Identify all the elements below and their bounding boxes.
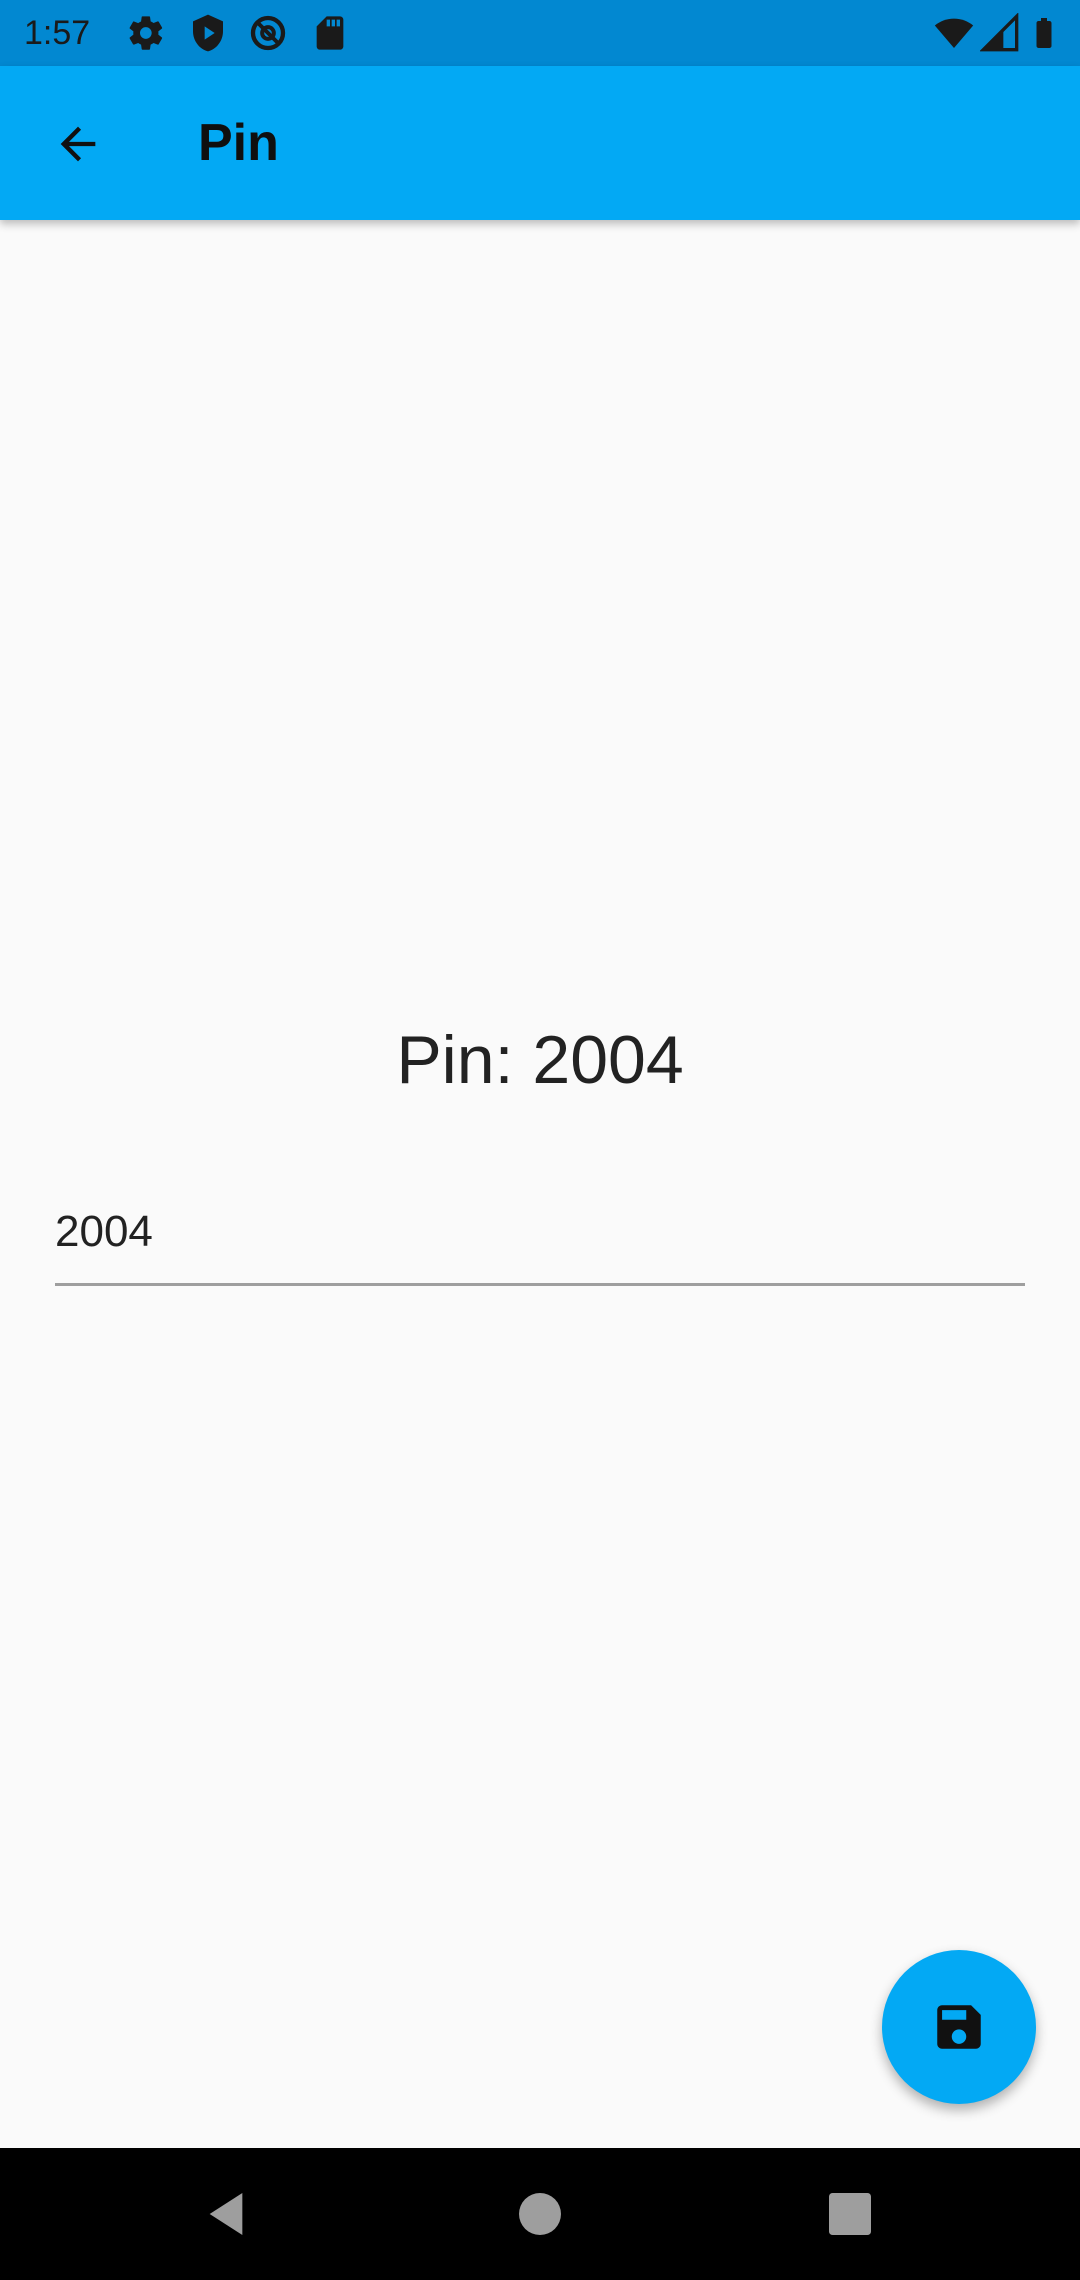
nav-back-button[interactable] (186, 2174, 266, 2254)
save-icon (930, 1998, 988, 2056)
pin-input[interactable] (55, 1180, 1025, 1286)
sd-card-icon (310, 13, 350, 53)
wifi-icon (934, 13, 974, 53)
main-content: Pin: 2004 (0, 220, 1080, 2148)
cell-signal-icon (980, 13, 1020, 53)
arrow-back-icon (52, 118, 104, 170)
at-sign-icon (248, 13, 288, 53)
pin-input-container (55, 1180, 1025, 1290)
battery-icon (1026, 13, 1062, 53)
nav-home-button[interactable] (500, 2174, 580, 2254)
nav-recents-button[interactable] (810, 2174, 890, 2254)
page-title: Pin (198, 114, 279, 172)
recents-square-icon (822, 2186, 878, 2242)
app-bar: Pin (0, 66, 1080, 220)
back-button[interactable] (30, 108, 126, 180)
back-triangle-icon (198, 2186, 254, 2242)
status-time: 1:57 (24, 14, 91, 52)
status-bar: 1:57 (0, 0, 1080, 66)
home-circle-icon (512, 2186, 568, 2242)
navigation-bar (0, 2148, 1080, 2280)
save-button[interactable] (882, 1950, 1036, 2104)
pin-display: Pin: 2004 (396, 1022, 684, 1098)
settings-icon (126, 13, 166, 53)
shield-play-icon (188, 13, 228, 53)
